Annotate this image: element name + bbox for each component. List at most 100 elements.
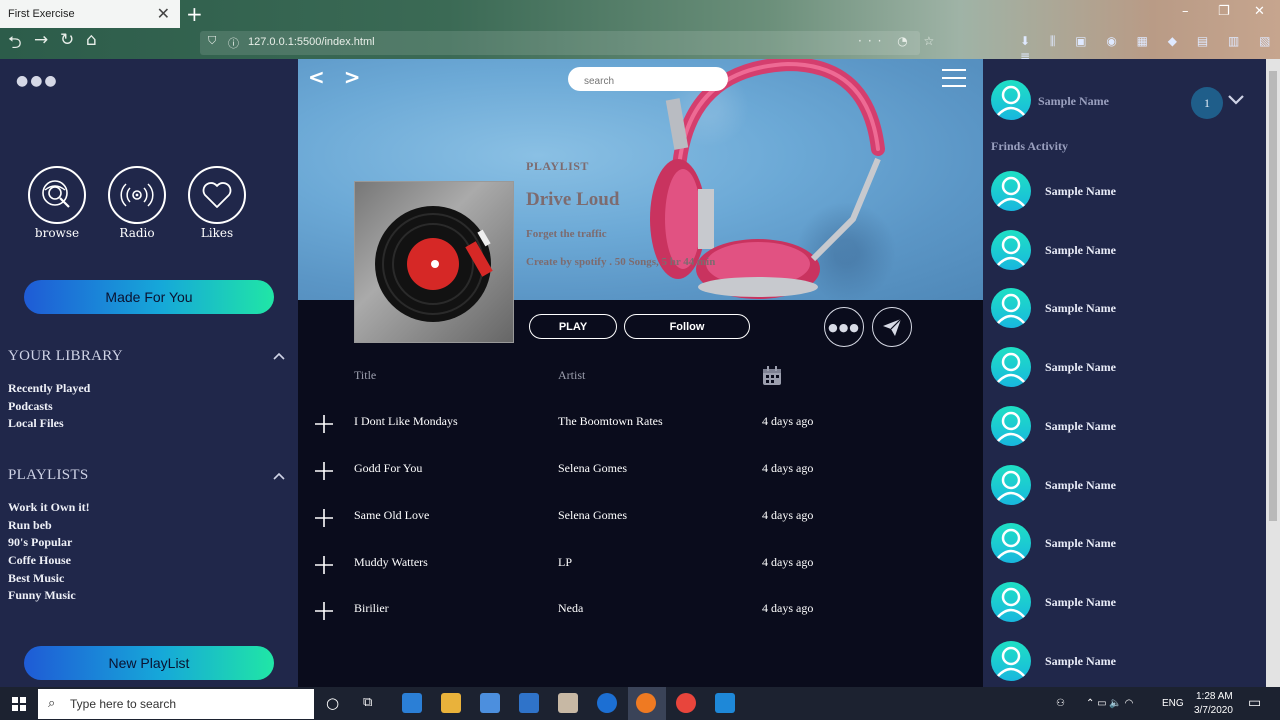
minimize-button[interactable]: – [1182,4,1189,19]
forward-arrow-icon[interactable]: → [34,30,48,50]
home-icon[interactable]: ⌂ [86,30,97,50]
user-icon [996,235,1026,267]
more-button[interactable]: ●●● [824,307,864,347]
friend-name[interactable]: Sample Name [1045,419,1116,434]
avatar[interactable] [991,80,1031,120]
calendar-icon[interactable] [762,366,782,386]
friend-avatar[interactable] [991,582,1031,622]
chevron-up-icon[interactable] [272,349,286,363]
made-for-you-button[interactable]: Made For You [24,280,274,314]
radio-icon [120,183,154,207]
cortana-icon[interactable]: ○ [326,694,339,712]
tab-title: First Exercise [8,8,75,20]
friend-avatar[interactable] [991,288,1031,328]
user-icon [996,352,1026,384]
friend-name[interactable]: Sample Name [1045,184,1116,199]
column-artist[interactable]: Artist [558,368,585,383]
windows-start-icon[interactable] [12,697,26,711]
more-dots-icon: ●●● [828,320,860,334]
scrollbar-thumb[interactable] [1269,71,1277,521]
friend-name[interactable]: Sample Name [1045,301,1116,316]
store-icon[interactable] [480,693,500,713]
friend-name[interactable]: Sample Name [1045,595,1116,610]
add-icon[interactable] [314,461,334,481]
firefox-icon[interactable] [636,693,656,713]
task-view-icon[interactable]: ⧉ [363,695,372,710]
page-actions[interactable]: ··· ◔ ☆ [858,34,940,48]
notification-center-icon[interactable]: ▭ [1248,695,1261,711]
album-cover [354,181,514,343]
scrollbar[interactable] [1266,59,1280,687]
new-playlist-button[interactable]: New PlayList [24,646,274,680]
friend-avatar[interactable] [991,465,1031,505]
playlist-item[interactable]: Coffe House [8,553,71,568]
friend-avatar[interactable] [991,171,1031,211]
search-input[interactable] [568,67,728,91]
radio-button[interactable] [108,166,166,224]
tray-icons[interactable]: ⌃ ▭ 🔈 ◠ [1086,698,1133,709]
people-icon[interactable]: ⚇ [1056,698,1065,709]
friend-avatar[interactable] [991,230,1031,270]
search-icon: ⌕ [48,695,56,710]
likes-button[interactable] [188,166,246,224]
playlist-item[interactable]: Work it Own it! [8,500,90,515]
notification-badge[interactable]: 1 [1191,87,1223,119]
library-item-podcasts[interactable]: Podcasts [8,399,53,414]
app-icon[interactable] [402,693,422,713]
playlist-item[interactable]: Best Music [8,571,64,586]
tab-close-icon[interactable]: ✕ [157,4,170,24]
play-button[interactable]: PLAY [529,314,617,339]
language-indicator[interactable]: ENG [1162,698,1184,709]
clock-time[interactable]: 1:28 AM [1196,691,1233,702]
taskbar-search[interactable]: ⌕ Type here to search [38,689,314,719]
add-icon[interactable] [314,601,334,621]
browse-label: browse [34,226,80,240]
add-icon[interactable] [314,508,334,528]
menu-icon[interactable] [942,69,966,89]
friend-name[interactable]: Sample Name [1045,536,1116,551]
chevron-up-icon[interactable] [272,469,286,483]
mail-icon[interactable] [519,693,539,713]
new-tab-button[interactable]: + [186,2,203,26]
friend-avatar[interactable] [991,523,1031,563]
vscode-icon[interactable] [715,693,735,713]
address-bar[interactable]: ⛉ ⓘ 127.0.0.1:5500/index.html [200,31,920,55]
friend-name[interactable]: Sample Name [1045,478,1116,493]
chrome-icon[interactable] [676,693,696,713]
user-icon [996,587,1026,619]
clock-date[interactable]: 3/7/2020 [1194,705,1233,716]
maximize-button[interactable]: ❐ [1218,4,1230,19]
user-name[interactable]: Sample Name [1038,94,1109,109]
paint-icon[interactable] [558,693,578,713]
file-explorer-icon[interactable] [441,693,461,713]
browser-tab[interactable]: First Exercise ✕ [0,0,180,28]
reload-icon[interactable]: ↻ [60,30,74,50]
track-title: Muddy Watters [354,555,428,569]
playlist-item[interactable]: Funny Music [8,588,76,603]
close-window-button[interactable]: ✕ [1254,4,1265,19]
chevron-down-icon[interactable] [1227,93,1245,107]
add-icon[interactable] [314,555,334,575]
nav-arrows[interactable]: < > [308,65,366,89]
friend-avatar[interactable] [991,347,1031,387]
library-item-local-files[interactable]: Local Files [8,416,64,431]
friend-avatar[interactable] [991,406,1031,446]
playlist-item[interactable]: Run beb [8,518,52,533]
follow-button[interactable]: Follow [624,314,750,339]
friend-name[interactable]: Sample Name [1045,243,1116,258]
friend-avatar[interactable] [991,641,1031,681]
column-title[interactable]: Title [354,368,376,383]
library-item-recently-played[interactable]: Recently Played [8,381,90,396]
edge-icon[interactable] [597,693,617,713]
share-button[interactable] [872,307,912,347]
back-arrow-icon[interactable]: ⮌ [8,30,22,59]
playlist-item[interactable]: 90's Popular [8,535,72,550]
add-icon[interactable] [314,414,334,434]
main-content: < > PLAYLIST Drive Loud Forget the traff… [298,59,983,687]
friend-name[interactable]: Sample Name [1045,654,1116,669]
friend-name[interactable]: Sample Name [1045,360,1116,375]
browse-button[interactable] [28,166,86,224]
track-added: 4 days ago [762,555,814,569]
track-added: 4 days ago [762,508,814,522]
dots-icon[interactable]: ●●● [16,73,59,89]
